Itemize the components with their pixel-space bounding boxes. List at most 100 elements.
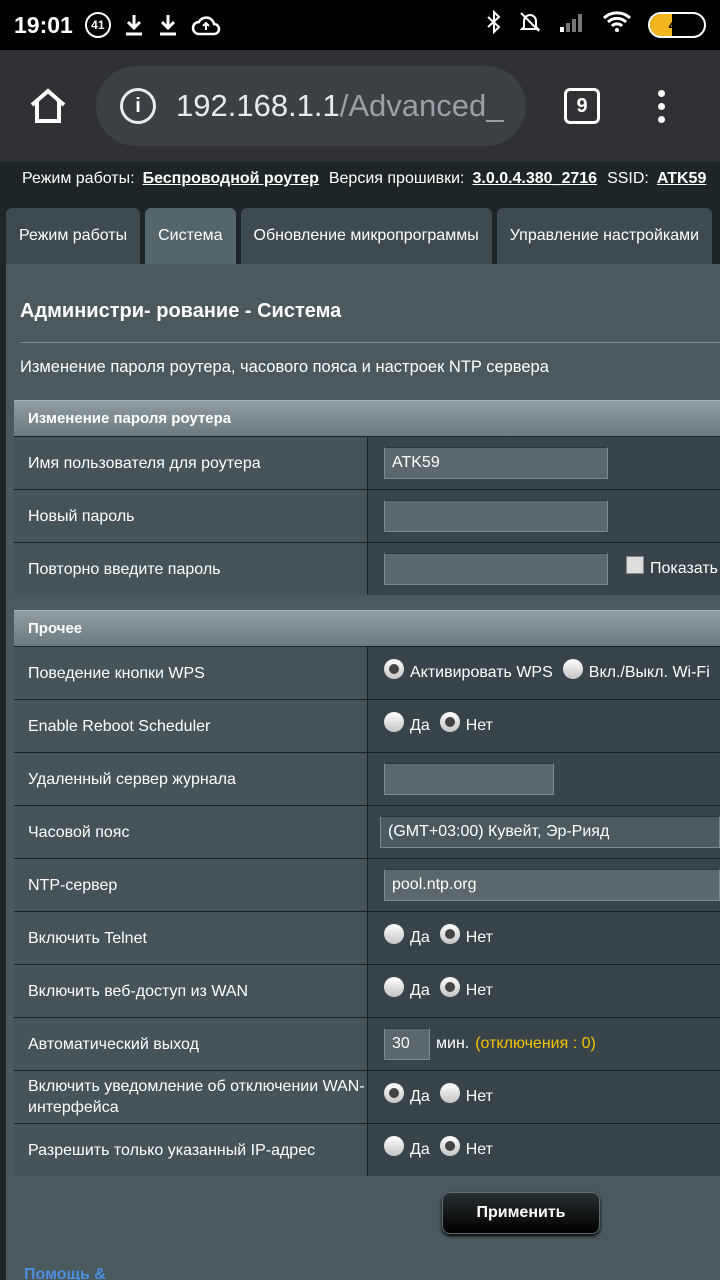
cloud-upload-icon — [191, 14, 221, 36]
download-icon — [123, 13, 145, 37]
section-header: Прочее — [14, 610, 720, 646]
section-header: Изменение пароля роутера — [14, 400, 720, 436]
wifi-icon — [602, 11, 632, 39]
battery-level: 41 — [668, 16, 686, 34]
reboot-scheduler-row: Enable Reboot Scheduler Да Нет — [14, 699, 720, 752]
ssid-label: SSID: — [607, 170, 649, 187]
auto-logout-unit: мин. — [436, 1035, 470, 1052]
firmware-link[interactable]: 3.0.0.4.380_2716 — [473, 170, 598, 188]
radio[interactable] — [384, 924, 404, 944]
telnet-no-option[interactable]: Нет — [439, 924, 493, 948]
misc-section: Прочее Поведение кнопки WPS Активировать… — [14, 610, 720, 1176]
reboot-yes-option[interactable]: Да — [384, 712, 430, 736]
auto-logout-label: Автоматический выход — [14, 1018, 368, 1070]
auto-logout-row: Автоматический выход 30 мин. (отключения… — [14, 1017, 720, 1070]
reboot-scheduler-label: Enable Reboot Scheduler — [14, 700, 368, 752]
wan-access-no-option[interactable]: Нет — [439, 977, 493, 1001]
tab-firmware-upgrade[interactable]: Обновление микропрограммы — [240, 208, 492, 264]
show-password-checkbox[interactable] — [626, 556, 644, 574]
radio[interactable] — [384, 1136, 404, 1156]
notification-count-icon: 41 — [84, 12, 111, 38]
telnet-label: Включить Telnet — [14, 912, 368, 964]
signal-icon — [558, 11, 586, 39]
firmware-label: Версия прошивки: — [328, 170, 465, 187]
syslog-server-label: Удаленный сервер журнала — [14, 753, 368, 805]
wan-notify-no-option[interactable]: Нет — [439, 1083, 493, 1107]
new-password-row: Новый пароль — [14, 489, 720, 542]
radio[interactable] — [562, 659, 583, 679]
repeat-password-row: Повторно введите пароль Показать — [14, 542, 720, 595]
mode-link[interactable]: Беспроводной роутер — [143, 170, 319, 188]
wan-notify-row: Включить уведомление об отключении WAN-и… — [14, 1070, 720, 1123]
username-row: Имя пользователя для роутера ATK59 — [14, 436, 720, 489]
radio[interactable] — [384, 977, 404, 997]
tab-settings-management[interactable]: Управление настройками — [496, 208, 713, 264]
new-password-label: Новый пароль — [14, 490, 368, 542]
telnet-yes-option[interactable]: Да — [384, 924, 430, 948]
telnet-row: Включить Telnet Да Нет — [14, 911, 720, 964]
radio-selected[interactable] — [384, 1083, 404, 1103]
radio[interactable] — [439, 1083, 460, 1103]
ssid-link[interactable]: ATK59 — [657, 170, 707, 188]
username-input[interactable]: ATK59 — [384, 447, 608, 479]
page-title: Администри- рование - Система — [20, 300, 342, 322]
show-password-label: Показать — [650, 560, 719, 577]
timezone-select[interactable]: (GMT+03:00) Кувейт, Эр-Рияд — [380, 816, 720, 848]
title-divider — [20, 342, 720, 343]
radio-selected[interactable] — [439, 1136, 460, 1156]
wps-wifi-toggle-option[interactable]: Вкл./Выкл. Wi-Fi — [562, 659, 710, 683]
reboot-no-option[interactable]: Нет — [439, 712, 493, 736]
wps-label: Поведение кнопки WPS — [14, 647, 368, 699]
system-panel: Администри- рование - Система Изменение … — [6, 264, 720, 1280]
ntp-server-row: NTP-сервер pool.ntp.org — [14, 858, 720, 911]
ntp-server-label: NTP-сервер — [14, 859, 368, 911]
info-icon[interactable]: i — [120, 88, 156, 124]
ip-only-yes-option[interactable]: Да — [384, 1136, 430, 1160]
address-bar[interactable]: i 192.168.1.1/Advanced_ — [96, 66, 526, 146]
password-section: Изменение пароля роутера Имя пользовател… — [14, 400, 720, 595]
radio-selected[interactable] — [384, 659, 404, 679]
mute-icon — [518, 10, 542, 40]
ntp-server-input[interactable]: pool.ntp.org — [384, 869, 720, 901]
page-description: Изменение пароля роутера, часового пояса… — [20, 358, 549, 376]
url-path: /Advanced_ — [339, 88, 504, 123]
wan-notify-yes-option[interactable]: Да — [384, 1083, 430, 1107]
radio-selected[interactable] — [439, 712, 460, 732]
username-label: Имя пользователя для роутера — [14, 437, 368, 489]
radio-selected[interactable] — [439, 924, 460, 944]
repeat-password-label: Повторно введите пароль — [14, 543, 368, 595]
repeat-password-input[interactable] — [384, 553, 608, 585]
overflow-menu-icon[interactable] — [658, 89, 665, 123]
help-link[interactable]: Помощь & — [24, 1266, 106, 1280]
wan-notify-label: Включить уведомление об отключении WAN-и… — [14, 1071, 368, 1123]
tab-operation-mode[interactable]: Режим работы — [6, 208, 141, 264]
wan-access-yes-option[interactable]: Да — [384, 977, 430, 1001]
home-button[interactable] — [0, 87, 96, 125]
url-host: 192.168.1.1 — [176, 88, 340, 123]
admin-tabs: Режим работы Система Обновление микропро… — [6, 208, 713, 264]
auto-logout-hint: (отключения : 0) — [475, 1035, 596, 1052]
router-page: Режим работы: Беспроводной роутер Версия… — [0, 162, 720, 1280]
syslog-server-row: Удаленный сервер журнала — [14, 752, 720, 805]
mode-label: Режим работы: — [22, 170, 135, 187]
new-password-input[interactable] — [384, 500, 608, 532]
bluetooth-icon — [486, 9, 502, 40]
ip-only-row: Разрешить только указанный IP-адрес Да Н… — [14, 1123, 720, 1176]
battery-icon: 41 — [648, 12, 706, 38]
router-info-bar: Режим работы: Беспроводной роутер Версия… — [0, 162, 720, 196]
tab-system[interactable]: Система — [145, 208, 236, 264]
auto-logout-input[interactable]: 30 — [384, 1028, 430, 1060]
apply-button[interactable]: Применить — [442, 1192, 600, 1234]
radio-selected[interactable] — [439, 977, 460, 997]
timezone-label: Часовой пояс — [14, 806, 368, 858]
wps-activate-option[interactable]: Активировать WPS — [384, 659, 553, 683]
ip-only-label: Разрешить только указанный IP-адрес — [14, 1124, 368, 1176]
tab-switcher-button[interactable]: 9 — [564, 88, 600, 124]
ip-only-no-option[interactable]: Нет — [439, 1136, 493, 1160]
wps-row: Поведение кнопки WPS Активировать WPS Вк… — [14, 646, 720, 699]
timezone-row: Часовой пояс (GMT+03:00) Кувейт, Эр-Рияд — [14, 805, 720, 858]
browser-toolbar: i 192.168.1.1/Advanced_ 9 — [0, 50, 720, 162]
syslog-server-input[interactable] — [384, 763, 554, 795]
download-icon-2 — [157, 13, 179, 37]
radio[interactable] — [384, 712, 404, 732]
